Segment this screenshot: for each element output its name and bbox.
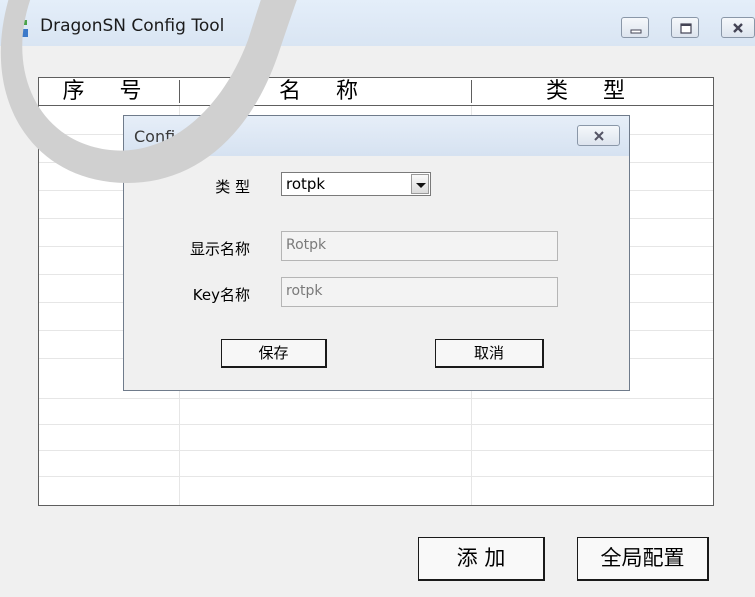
type-select-value: rotpk [286, 175, 326, 193]
close-icon [594, 131, 604, 141]
column-header-name[interactable]: 名 称 [180, 78, 471, 105]
grid-line [39, 476, 713, 477]
type-select[interactable]: rotpk [281, 172, 431, 196]
dialog-title: Config Item [134, 127, 227, 146]
app-cubes-icon [11, 20, 28, 37]
grid-line [39, 398, 713, 399]
table-header: 序 号 名 称 类 型 [39, 78, 713, 106]
dialog-title-bar: Config Item [124, 116, 629, 156]
key-name-field[interactable] [281, 277, 558, 307]
display-name-label: 显示名称 [189, 240, 250, 258]
minimize-button[interactable] [621, 17, 649, 38]
type-label: 类 型 [215, 178, 250, 196]
cancel-button[interactable]: 取消 [435, 339, 544, 368]
window-title: DragonSN Config Tool [40, 16, 225, 36]
column-header-index[interactable]: 序 号 [39, 78, 179, 105]
maximize-button[interactable] [671, 17, 699, 38]
grid-line [39, 424, 713, 425]
display-name-field[interactable] [281, 231, 558, 261]
save-button[interactable]: 保存 [221, 339, 327, 368]
dialog-close-button[interactable] [577, 125, 620, 146]
key-name-input[interactable] [282, 278, 546, 304]
grid-line [39, 450, 713, 451]
display-name-input[interactable] [282, 232, 546, 258]
global-config-button[interactable]: 全局配置 [577, 537, 709, 581]
dropdown-button[interactable] [411, 174, 429, 194]
chevron-down-icon [416, 183, 426, 188]
key-name-label: Key名称 [192, 286, 250, 304]
close-icon [733, 23, 743, 33]
add-button[interactable]: 添 加 [418, 537, 545, 581]
minimize-icon [630, 29, 642, 34]
column-header-type[interactable]: 类 型 [472, 78, 713, 105]
close-window-button[interactable] [721, 17, 755, 38]
title-bar: DragonSN Config Tool [0, 0, 755, 46]
maximize-icon [680, 23, 692, 34]
